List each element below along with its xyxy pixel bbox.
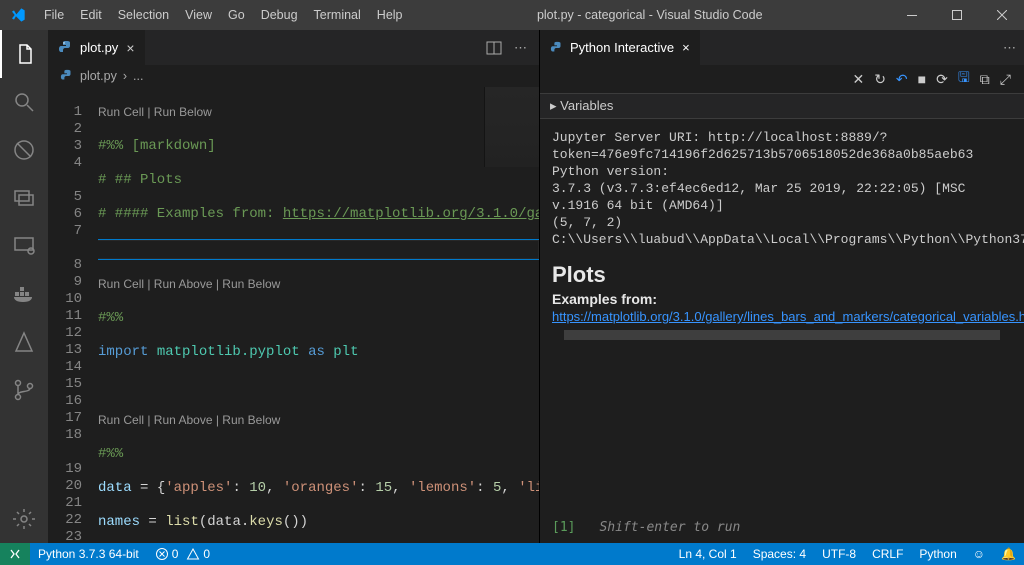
restart-icon[interactable]: ⟳ [931,71,953,88]
menu-selection[interactable]: Selection [110,0,177,30]
code-content[interactable]: Run Cell | Run Below #%% [markdown] # ##… [98,87,539,543]
example-link[interactable]: https://matplotlib.org/3.1.0/gallery/lin… [552,309,1024,324]
interactive-toolbar: ✕ ↻ ↶ ■ ⟳ 🖫 ⧉ ⤢ [540,65,1024,93]
menu-file[interactable]: File [36,0,72,30]
horizontal-scrollbar[interactable] [564,330,1000,340]
docker-icon[interactable] [0,270,48,318]
tab-python-interactive[interactable]: Python Interactive × [540,30,700,65]
codelens-run-cell[interactable]: Run Cell | Run Below [98,104,539,121]
activity-bar [0,30,48,543]
chevron-right-icon: ▸ [550,98,557,113]
menu-debug[interactable]: Debug [253,0,306,30]
status-eol[interactable]: CRLF [864,543,911,565]
input-hint: Shift-enter to run [599,520,740,535]
titlebar: File Edit Selection View Go Debug Termin… [0,0,1024,30]
bell-icon[interactable]: 🔔 [993,543,1024,565]
branch-icon[interactable] [0,366,48,414]
python-icon [550,41,564,55]
variables-label: Variables [560,98,613,113]
minimap[interactable] [484,87,539,167]
close-icon[interactable]: × [682,40,690,55]
status-spaces[interactable]: Spaces: 4 [745,543,814,565]
code-editor[interactable]: 1 2 3 4 5 6 7 8 9 10 11 12 13 14 15 16 1… [48,87,539,543]
window-title: plot.py - categorical - Visual Studio Co… [411,8,889,22]
more-icon[interactable]: ⋯ [508,40,533,56]
menu-bar: File Edit Selection View Go Debug Termin… [36,0,411,30]
input-prompt: [1] [552,520,575,535]
breadcrumb[interactable]: plot.py › ... [48,65,539,87]
more-icon[interactable]: ⋯ [1003,40,1016,55]
settings-icon[interactable] [0,495,48,543]
menu-go[interactable]: Go [220,0,253,30]
editor-tabs: plot.py × ⋯ [48,30,539,65]
minimize-button[interactable] [889,0,934,30]
remote-icon[interactable] [0,222,48,270]
cancel-icon[interactable]: ✕ [847,71,869,88]
split-editor-icon[interactable] [480,40,508,56]
status-encoding[interactable]: UTF-8 [814,543,864,565]
undo-icon[interactable]: ↶ [891,71,913,88]
python-icon [58,40,74,56]
python-icon [60,69,74,83]
chevron-right-icon: › [123,69,127,83]
breadcrumb-file: plot.py [80,69,117,83]
feedback-icon[interactable]: ☺ [965,543,993,565]
close-button[interactable] [979,0,1024,30]
menu-edit[interactable]: Edit [72,0,110,30]
status-problems[interactable]: 0 0 [147,543,218,565]
stop-icon[interactable]: ■ [913,71,931,87]
tab-label: plot.py [80,40,118,55]
variables-section[interactable]: ▸ Variables [540,93,1024,119]
save-icon[interactable]: 🖫 [953,67,975,91]
breadcrumb-more: ... [133,69,143,83]
status-bar: Python 3.7.3 64-bit 0 0 Ln 4, Col 1 Spac… [0,543,1024,565]
menu-view[interactable]: View [177,0,220,30]
codelens-run-cell[interactable]: Run Cell | Run Above | Run Below [98,276,539,293]
window-controls [889,0,1024,30]
tab-plot-py[interactable]: plot.py × [48,30,145,65]
explorer-icon[interactable] [0,30,48,78]
output-subheading: Examples from: [552,291,1012,308]
remote-indicator[interactable] [0,543,30,565]
server-info: Jupyter Server URI: http://localhost:888… [552,129,1012,248]
debug-icon[interactable] [0,174,48,222]
close-icon[interactable]: × [126,40,134,56]
menu-help[interactable]: Help [369,0,411,30]
source-control-icon[interactable] [0,126,48,174]
search-icon[interactable] [0,78,48,126]
maximize-button[interactable] [934,0,979,30]
codelens-run-cell[interactable]: Run Cell | Run Above | Run Below [98,412,539,429]
redo-icon[interactable]: ↻ [869,71,891,88]
interactive-output: Jupyter Server URI: http://localhost:888… [540,119,1024,512]
status-cursor[interactable]: Ln 4, Col 1 [671,543,745,565]
line-numbers: 1 2 3 4 5 6 7 8 9 10 11 12 13 14 15 16 1… [48,87,98,543]
vscode-icon [10,7,26,23]
python-interactive-panel: Python Interactive × ⋯ ✕ ↻ ↶ ■ ⟳ 🖫 ⧉ ⤢ ▸… [539,30,1024,543]
menu-terminal[interactable]: Terminal [306,0,369,30]
status-language[interactable]: Python [911,543,964,565]
status-python[interactable]: Python 3.7.3 64-bit [30,543,147,565]
interactive-input[interactable]: [1] Shift-enter to run [540,512,1024,543]
export-icon[interactable]: ⧉ [975,71,995,88]
tab-label: Python Interactive [570,40,674,55]
expand-icon[interactable]: ⤢ [995,71,1016,88]
editor-group: plot.py × ⋯ plot.py › ... 1 2 3 4 5 6 7 … [48,30,539,543]
output-heading: Plots [552,266,1012,283]
interactive-tabs: Python Interactive × ⋯ [540,30,1024,65]
azure-icon[interactable] [0,318,48,366]
